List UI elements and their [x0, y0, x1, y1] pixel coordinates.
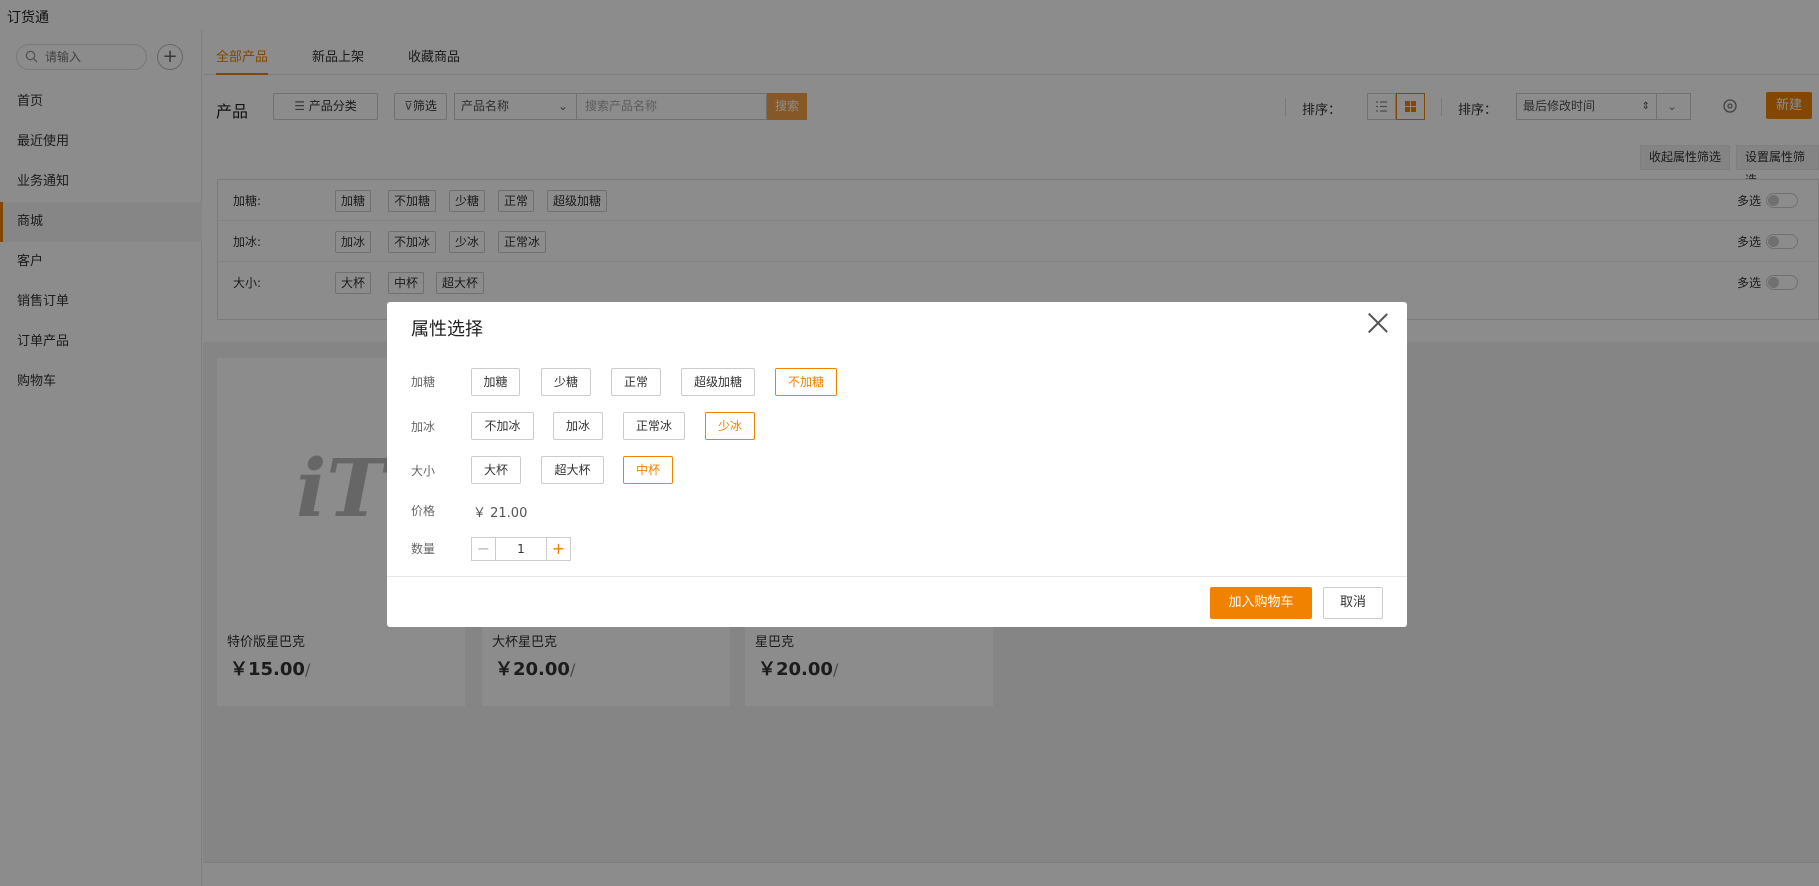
add-to-cart-button[interactable]: 加入购物车: [1210, 587, 1312, 619]
attr-option[interactable]: 大杯: [471, 456, 521, 484]
modal-divider: [387, 576, 1407, 577]
attr-option[interactable]: 不加冰: [471, 412, 534, 440]
price-label: 价格: [411, 504, 436, 518]
quantity-input[interactable]: 1: [496, 538, 546, 560]
attr-group-label-sugar: 加糖: [411, 375, 436, 389]
price-value: ￥ 21.00: [473, 506, 528, 521]
attr-group-label-ice: 加冰: [411, 420, 436, 434]
quantity-stepper: − 1 +: [471, 537, 571, 561]
close-icon[interactable]: [1367, 312, 1389, 334]
attr-option-selected[interactable]: 中杯: [623, 456, 673, 484]
attr-option-selected[interactable]: 不加糖: [775, 368, 837, 396]
attr-option[interactable]: 超大杯: [541, 456, 604, 484]
attribute-select-modal: 属性选择 加糖 加糖 少糖 正常 超级加糖 不加糖 加冰 不加冰 加冰 正常冰 …: [387, 302, 1407, 627]
minus-icon[interactable]: −: [472, 538, 496, 560]
plus-icon[interactable]: +: [546, 538, 570, 560]
attr-option[interactable]: 加冰: [553, 412, 603, 440]
attr-option[interactable]: 超级加糖: [681, 368, 755, 396]
modal-title: 属性选择: [411, 319, 483, 340]
quantity-label: 数量: [411, 542, 436, 556]
attr-option[interactable]: 加糖: [471, 368, 520, 396]
attr-option[interactable]: 正常: [611, 368, 661, 396]
attr-option[interactable]: 正常冰: [623, 412, 685, 440]
attr-option-selected[interactable]: 少冰: [705, 412, 755, 440]
attr-group-label-size: 大小: [411, 464, 436, 478]
cancel-button[interactable]: 取消: [1323, 587, 1383, 619]
attr-option[interactable]: 少糖: [541, 368, 591, 396]
